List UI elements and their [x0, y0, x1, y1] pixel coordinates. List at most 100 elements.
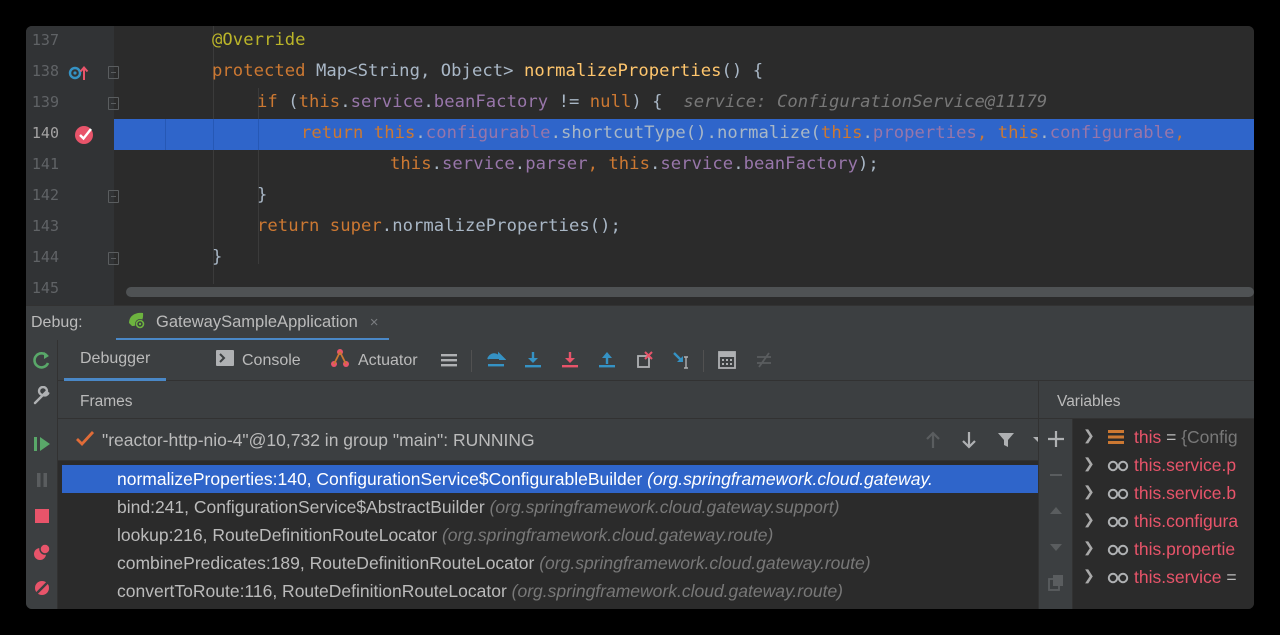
step-into-icon[interactable]	[560, 350, 580, 370]
thread-selector[interactable]: "reactor-http-nio-4"@10,732 in group "ma…	[58, 419, 1045, 461]
stop-icon[interactable]	[32, 506, 52, 526]
line-number: 143	[31, 217, 59, 235]
chevron-right-icon[interactable]: ❯	[1083, 455, 1095, 472]
chevron-right-icon[interactable]: ❯	[1083, 483, 1095, 500]
code-text: if (this.service.beanFactory != null) { …	[257, 92, 1048, 112]
code-line[interactable]: 138 protected Map<String, Object> normal…	[26, 57, 1254, 88]
frame-label: combinePredicates:189, RouteDefinitionRo…	[117, 553, 871, 573]
variables-header: Variables	[1039, 381, 1254, 419]
variables-panel: Variables ❯ this = {Config ❯ this.servic…	[1038, 381, 1254, 609]
code-line[interactable]: 141 this.service.parser, this.service.be…	[26, 150, 1254, 181]
frame-row[interactable]: convertToRoute:116, RouteDefinitionRoute…	[62, 577, 1048, 605]
step-over-icon[interactable]	[523, 350, 543, 370]
fold-marker-icon[interactable]	[108, 66, 119, 79]
close-tab-icon[interactable]: ×	[370, 314, 379, 331]
actuator-icon	[330, 348, 350, 373]
move-up-icon[interactable]	[1046, 501, 1066, 521]
current-execution-line[interactable]: 140 return this.configurable.shortcutTyp…	[26, 119, 1254, 150]
arrow-up-icon[interactable]	[924, 430, 942, 455]
fold-marker-icon[interactable]	[108, 252, 119, 265]
indent-guide	[213, 119, 214, 150]
add-watch-icon[interactable]	[1046, 429, 1066, 449]
line-number: 139	[31, 93, 59, 111]
resume-program-icon[interactable]	[32, 434, 52, 454]
tab-gateway-sample-application[interactable]: GatewaySampleApplication ×	[116, 306, 389, 341]
variable-row[interactable]: ❯ this.service =	[1083, 563, 1254, 591]
fold-marker-icon[interactable]	[108, 190, 119, 203]
console-icon	[216, 350, 234, 371]
mute-breakpoints-icon[interactable]	[32, 578, 52, 598]
scrollbar-thumb[interactable]	[126, 287, 1254, 297]
frame-label: lookup:216, RouteDefinitionRouteLocator …	[117, 525, 774, 545]
code-text: return this.configurable.shortcutType().…	[301, 123, 1185, 143]
run-config-name: GatewaySampleApplication	[156, 312, 358, 331]
watch-glasses-icon	[1107, 457, 1129, 478]
evaluate-expression-icon[interactable]	[717, 350, 737, 370]
line-number: 141	[31, 155, 59, 173]
layout-menu-icon[interactable]	[439, 350, 459, 370]
variable-row[interactable]: ❯ this = {Config	[1083, 423, 1254, 451]
chevron-right-icon[interactable]: ❯	[1083, 539, 1095, 556]
variable-row[interactable]: ❯ this.service.p	[1083, 451, 1254, 479]
code-line[interactable]: 139 if (this.service.beanFactory != null…	[26, 88, 1254, 119]
line-number: 145	[31, 279, 59, 297]
code-text: }	[212, 247, 223, 267]
frames-panel: Frames "reactor-http-nio-4"@10,732 in gr…	[58, 381, 1066, 609]
tab-debugger-label: Debugger	[80, 350, 151, 367]
trace-current-stream-icon[interactable]	[754, 350, 774, 370]
field-list-icon	[1107, 429, 1125, 450]
line-number: 137	[31, 31, 59, 49]
code-editor[interactable]: 137 @Override 138 protected Map<String, …	[26, 26, 1254, 305]
tab-actuator[interactable]: Actuator	[330, 340, 418, 381]
arrow-down-icon[interactable]	[960, 430, 978, 455]
debugger-tab-bar: Debugger Console Actuator	[58, 340, 1254, 381]
breakpoint-hit-icon[interactable]	[74, 124, 96, 151]
code-line[interactable]: 143 return super.normalizeProperties();	[26, 212, 1254, 243]
frame-row[interactable]: combinePredicates:189, RouteDefinitionRo…	[62, 549, 1048, 577]
move-down-icon[interactable]	[1046, 537, 1066, 557]
watch-glasses-icon	[1107, 569, 1129, 590]
code-text: protected Map<String, Object> normalizeP…	[212, 61, 764, 81]
code-line[interactable]: 137 @Override	[26, 26, 1254, 57]
chevron-right-icon[interactable]: ❯	[1083, 567, 1095, 584]
watch-glasses-icon	[1107, 485, 1129, 506]
code-text: this.service.parser, this.service.beanFa…	[390, 154, 879, 174]
run-to-cursor-icon[interactable]	[672, 350, 692, 370]
pause-program-icon[interactable]	[32, 470, 52, 490]
wrench-icon[interactable]	[32, 386, 52, 406]
code-line[interactable]: 142 }	[26, 181, 1254, 212]
horizontal-scrollbar[interactable]	[122, 284, 1254, 300]
step-out-icon[interactable]	[597, 350, 617, 370]
filter-icon[interactable]	[996, 430, 1016, 455]
chevron-right-icon[interactable]: ❯	[1083, 427, 1095, 444]
variable-row[interactable]: ❯ this.propertie	[1083, 535, 1254, 563]
overriding-method-icon[interactable]	[68, 63, 90, 88]
frame-row[interactable]: normalizeProperties:140, ConfigurationSe…	[62, 465, 1048, 493]
watch-glasses-icon	[1107, 541, 1129, 562]
variable-row[interactable]: ❯ this.service.b	[1083, 479, 1254, 507]
code-text: @Override	[212, 30, 306, 50]
thread-label: "reactor-http-nio-4"@10,732 in group "ma…	[102, 430, 535, 450]
check-icon	[75, 430, 95, 453]
rerun-icon[interactable]	[32, 350, 52, 370]
fold-marker-icon[interactable]	[108, 97, 119, 110]
frame-row[interactable]: lookup:216, RouteDefinitionRouteLocator …	[62, 521, 1048, 549]
frame-row[interactable]: bind:241, ConfigurationService$AbstractB…	[62, 493, 1048, 521]
tab-console-label: Console	[242, 351, 301, 369]
chevron-right-icon[interactable]: ❯	[1083, 511, 1095, 528]
tab-console[interactable]: Console	[216, 340, 301, 381]
spring-boot-debug-icon	[126, 310, 148, 335]
show-execution-point-icon[interactable]	[486, 350, 506, 370]
variable-row[interactable]: ❯ this.configura	[1083, 507, 1254, 535]
debug-left-toolbar	[26, 340, 58, 609]
drop-frame-icon[interactable]	[635, 350, 655, 370]
tab-debugger[interactable]: Debugger	[64, 340, 167, 381]
ide-window: 137 @Override 138 protected Map<String, …	[26, 26, 1254, 609]
copy-icon[interactable]	[1046, 573, 1066, 593]
tab-actuator-label: Actuator	[358, 351, 418, 369]
remove-watch-icon[interactable]	[1046, 465, 1066, 485]
variables-toolbar	[1039, 419, 1073, 609]
code-line[interactable]: 144 }	[26, 243, 1254, 274]
view-breakpoints-icon[interactable]	[32, 542, 52, 562]
line-number: 142	[31, 186, 59, 204]
